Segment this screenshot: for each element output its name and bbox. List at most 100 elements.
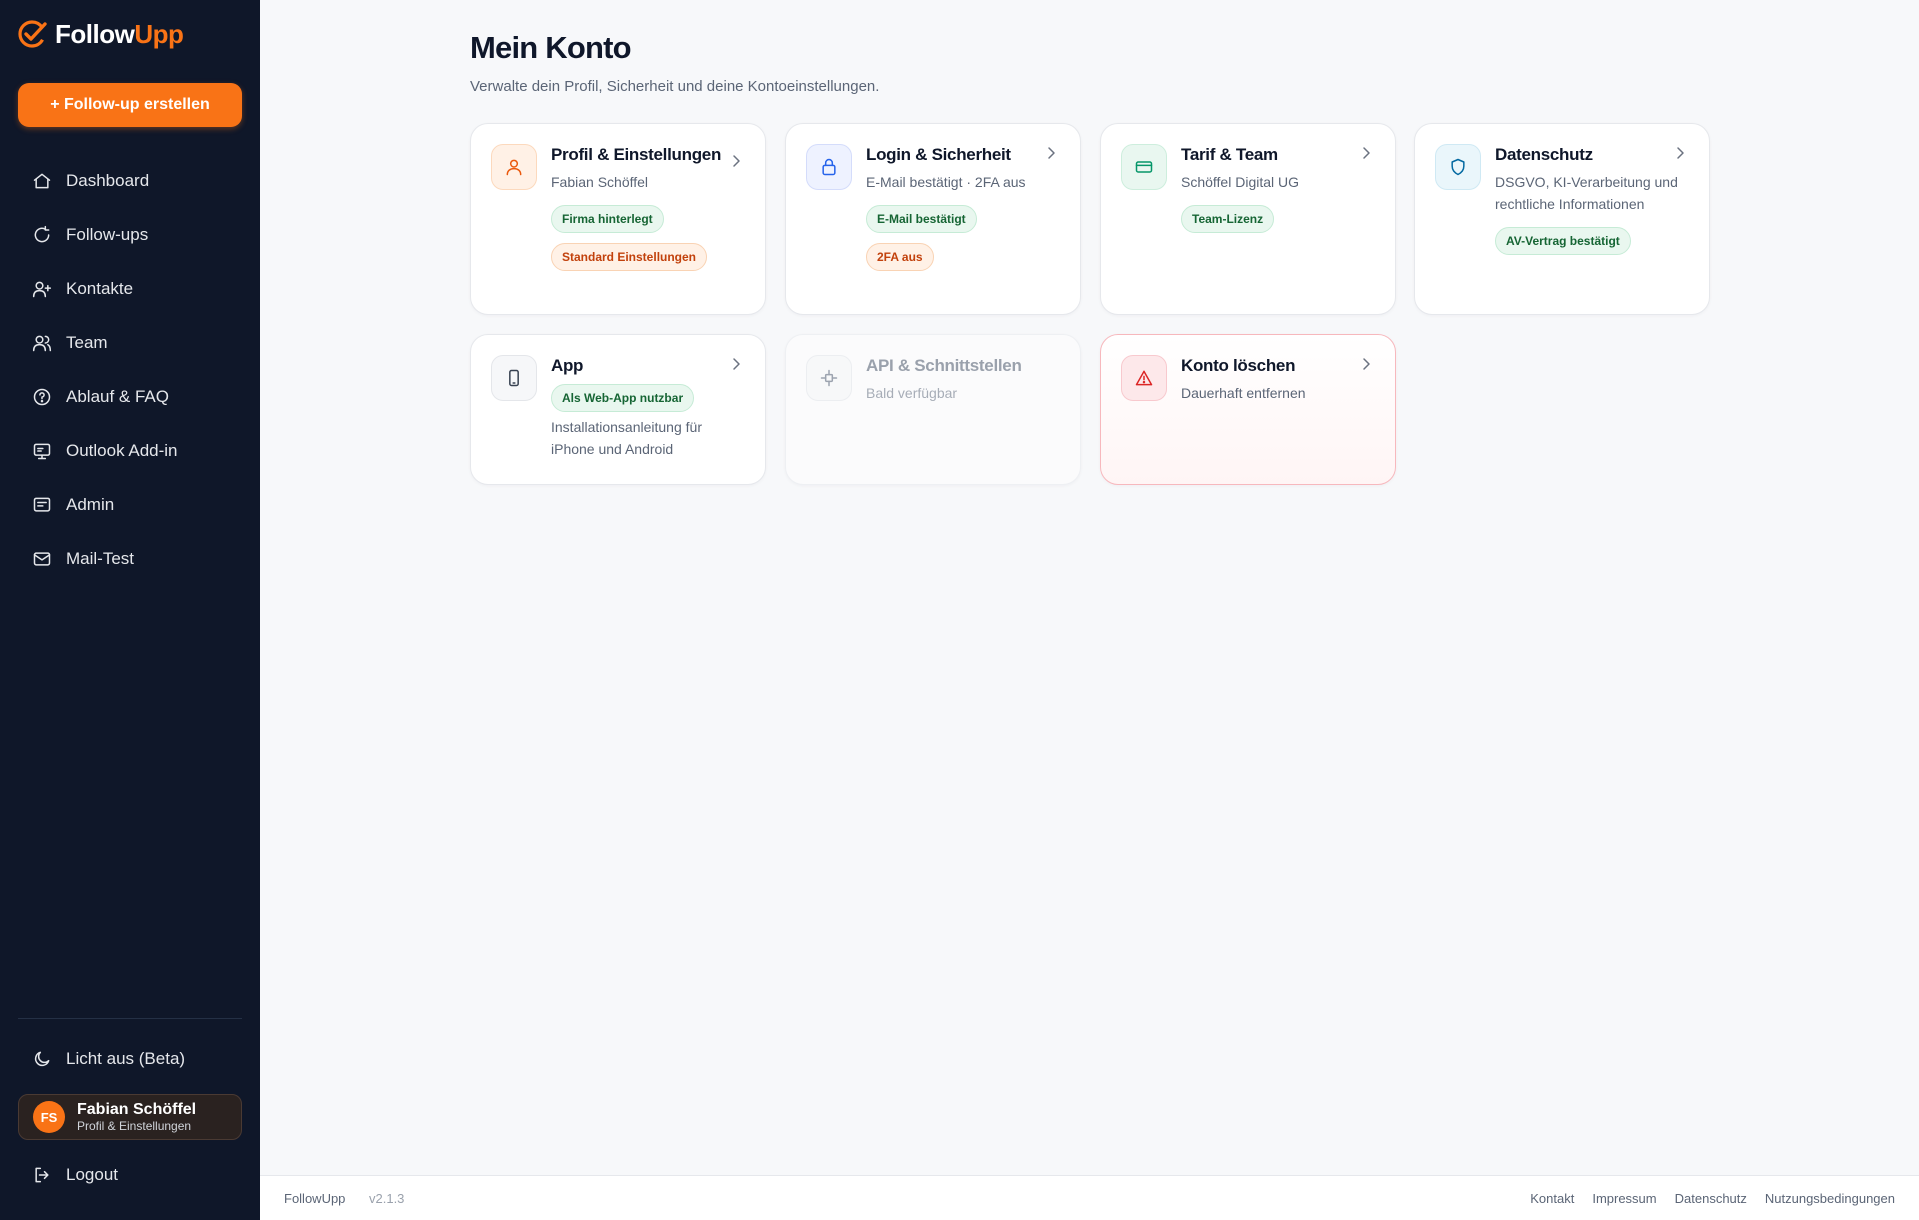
logo-text: FollowUpp [55, 18, 184, 49]
card-description: DSGVO, KI-Verarbeitung und rechtliche In… [1495, 174, 1678, 212]
card-icon-wrap [1121, 144, 1167, 190]
sidebar-item-label: Ablauf & FAQ [66, 387, 169, 406]
card-body: Login & Sicherheit E-Mail bestätigt · 2F… [866, 144, 1040, 271]
sidebar-item-mail-test[interactable]: Mail-Test [18, 532, 242, 586]
card-title: API & Schnittstellen [866, 356, 1022, 375]
footer-brand: FollowUpp [284, 1191, 346, 1206]
admin-icon [33, 497, 51, 512]
sidebar-item-label: Outlook Add-in [66, 441, 178, 460]
card-body: Tarif & Team Schöffel Digital UG Team-Li… [1181, 144, 1355, 233]
card-body: API & Schnittstellen Bald verfügbar [866, 355, 1040, 404]
status-badge: Als Web-App nutzbar [551, 384, 695, 412]
create-follow-up-button[interactable]: + Follow-up erstellen [18, 83, 242, 127]
sidebar-item-kontakte[interactable]: Kontakte [18, 262, 242, 316]
footer: FollowUpp v2.1.3 Kontakt Impressum Daten… [260, 1175, 1919, 1220]
user-name: Fabian Schöffel [77, 1100, 197, 1118]
lock-icon [822, 158, 836, 176]
card-description: E-Mail bestätigt · 2FA aus [866, 174, 1026, 190]
card-title: Datenschutz [1495, 145, 1593, 164]
users-icon [32, 335, 52, 352]
sidebar: FollowUpp + Follow-up erstellen Dashboar… [0, 0, 260, 1220]
chevron-right-icon [733, 155, 740, 167]
card-icon-wrap [491, 144, 537, 190]
status-badge: Standard Einstellungen [551, 243, 708, 271]
logout-label: Logout [66, 1165, 118, 1184]
logout-icon [35, 1167, 49, 1183]
card-body: Datenschutz DSGVO, KI-Verarbeitung und r… [1495, 144, 1691, 255]
chevron-right-icon [1363, 358, 1370, 370]
moon-icon [34, 1051, 50, 1067]
card-api-schnittstellen: API & Schnittstellen Bald verfügbar [785, 334, 1081, 485]
chevron-right-icon [1048, 147, 1055, 159]
refresh-icon [34, 225, 50, 243]
help-circle-icon [33, 388, 51, 406]
sidebar-item-follow-ups[interactable]: Follow-ups [18, 208, 242, 262]
smartphone-icon [509, 369, 519, 387]
footer-link-nutzungsbedingungen[interactable]: Nutzungsbedingungen [1765, 1191, 1895, 1206]
sidebar-item-team[interactable]: Team [18, 316, 242, 370]
sidebar-item-label: Mail-Test [66, 549, 135, 568]
home-icon [33, 173, 51, 189]
footer-links: Kontakt Impressum Datenschutz Nutzungsbe… [1530, 1191, 1895, 1206]
card-description: Fabian Schöffel [551, 174, 649, 190]
card-badges: Als Web-App nutzbar [551, 384, 747, 412]
mail-icon [33, 552, 51, 566]
shield-icon [1451, 158, 1465, 176]
status-badge: Firma hinterlegt [551, 205, 664, 233]
card-title: App [551, 356, 584, 375]
logo[interactable]: FollowUpp [17, 18, 184, 50]
card-icon-wrap [806, 144, 852, 190]
status-badge: 2FA aus [866, 243, 934, 271]
plug-icon [820, 369, 838, 387]
user-plus-icon [32, 281, 52, 298]
card-description: Installationsanleitung für iPhone und An… [551, 419, 702, 457]
sidebar-divider [18, 1018, 242, 1019]
sidebar-item-outlook-add-in[interactable]: Outlook Add-in [18, 424, 242, 478]
status-badge: Team-Lizenz [1181, 205, 1275, 233]
user-icon [506, 159, 522, 176]
status-badge: AV-Vertrag bestätigt [1495, 227, 1631, 255]
card-title: Tarif & Team [1181, 145, 1278, 164]
card-login-sicherheit[interactable]: Login & Sicherheit E-Mail bestätigt · 2F… [785, 123, 1081, 315]
avatar: FS [33, 1101, 65, 1133]
sidebar-item-ablauf-faq[interactable]: Ablauf & FAQ [18, 370, 242, 424]
card-title: Profil & Einstellungen [551, 145, 722, 164]
card-datenschutz[interactable]: Datenschutz DSGVO, KI-Verarbeitung und r… [1414, 123, 1710, 315]
status-badge: E-Mail bestätigt [866, 205, 977, 233]
user-profile-card[interactable]: FS Fabian Schöffel Profil & Einstellunge… [18, 1094, 242, 1140]
footer-link-datenschutz[interactable]: Datenschutz [1675, 1191, 1747, 1206]
card-tarif-team[interactable]: Tarif & Team Schöffel Digital UG Team-Li… [1100, 123, 1396, 315]
page-subtitle: Verwalte dein Profil, Sicherheit und dei… [470, 78, 880, 95]
chevron-right-icon [1363, 147, 1370, 159]
card-profil-einstellungen[interactable]: Profil & Einstellungen Fabian Schöffel F… [470, 123, 766, 315]
card-konto-loeschen[interactable]: Konto löschen Dauerhaft entfernen [1100, 334, 1396, 485]
card-app[interactable]: App Als Web-App nutzbar Installationsanl… [470, 334, 766, 485]
card-description: Schöffel Digital UG [1181, 174, 1300, 190]
user-meta: Fabian Schöffel Profil & Einstellungen [77, 1101, 196, 1134]
card-description: Bald verfügbar [866, 385, 958, 401]
theme-toggle[interactable]: Licht aus (Beta) [18, 1036, 242, 1082]
footer-version: v2.1.3 [369, 1191, 405, 1206]
card-badges: E-Mail bestätigt 2FA aus [866, 205, 1040, 271]
monitor-icon [33, 443, 51, 460]
logout-button[interactable]: Logout [18, 1152, 242, 1198]
sidebar-item-label: Kontakte [66, 279, 134, 298]
footer-link-impressum[interactable]: Impressum [1592, 1191, 1656, 1206]
card-badges: Firma hinterlegt Standard Einstellungen [551, 205, 725, 271]
sidebar-item-dashboard[interactable]: Dashboard [18, 154, 242, 208]
card-icon-wrap [1121, 355, 1167, 401]
footer-link-kontakt[interactable]: Kontakt [1530, 1191, 1574, 1206]
card-icon-wrap [1435, 144, 1481, 190]
credit-card-icon [1135, 161, 1153, 173]
sidebar-item-label: Team [66, 333, 108, 352]
user-subtitle: Profil & Einstellungen [77, 1119, 192, 1134]
card-title: Login & Sicherheit [866, 145, 1011, 164]
theme-toggle-label: Licht aus (Beta) [66, 1049, 186, 1068]
card-body: Konto löschen Dauerhaft entfernen [1181, 355, 1355, 404]
card-body: App Als Web-App nutzbar Installationsanl… [551, 355, 747, 460]
sidebar-item-admin[interactable]: Admin [18, 478, 242, 532]
sidebar-item-label: Follow-ups [66, 225, 149, 244]
card-description: Dauerhaft entfernen [1181, 385, 1306, 401]
card-title: Konto löschen [1181, 356, 1296, 375]
card-icon-wrap [806, 355, 852, 401]
